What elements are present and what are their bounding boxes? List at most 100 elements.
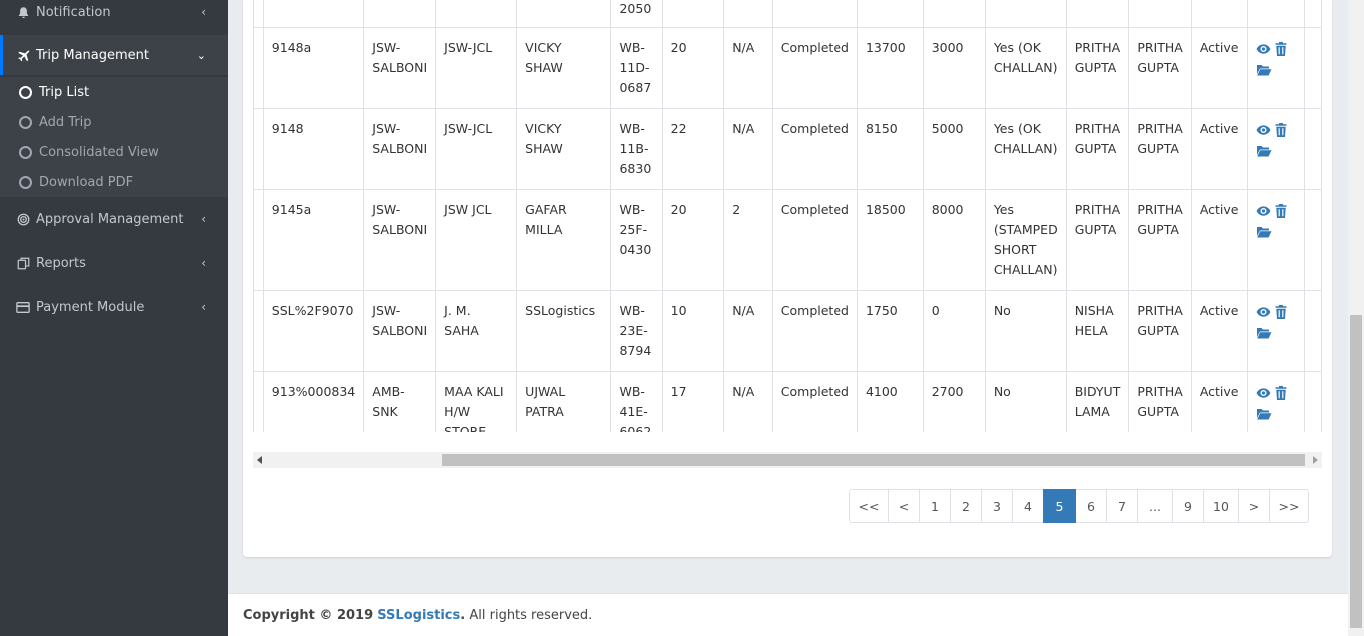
sidebar-item-payment-module[interactable]: Payment Module ‹ <box>0 287 228 327</box>
folder-open-icon[interactable] <box>1256 325 1272 339</box>
table-row: 9145a JSW-SALBONI JSW JCL GAFAR MILLA WB-25F… <box>253 189 1322 291</box>
sidebar-subitem-consolidated-view[interactable]: Consolidated View <box>0 137 228 167</box>
table-cell: 5000 <box>922 108 986 190</box>
table-cell-spacer <box>253 27 264 109</box>
table-cell <box>984 0 1067 28</box>
table-cell: PRITHA GUPTA <box>1128 290 1192 372</box>
page-scroll-thumb[interactable] <box>1350 315 1362 628</box>
table-cell: N/A <box>723 27 773 109</box>
table-cell: PRITHA GUPTA <box>1065 27 1130 109</box>
folder-open-icon[interactable] <box>1256 62 1272 76</box>
trip-list-card: 2050 9148a JSW-SALBONI JSW-JCL VICKY SHAW WB-… <box>243 0 1332 557</box>
table-cell: PRITHA GUPTA <box>1128 27 1192 109</box>
scroll-right-arrow[interactable] <box>1313 456 1318 464</box>
eye-icon[interactable] <box>1256 42 1271 56</box>
table-cell-overflow <box>1304 108 1322 190</box>
trash-icon[interactable] <box>1275 41 1289 56</box>
horizontal-scrollbar[interactable] <box>253 452 1322 468</box>
sidebar-item-notification[interactable]: Notification ‹ <box>0 0 228 32</box>
table-cell: 8150 <box>856 108 924 190</box>
pagination-item[interactable]: 6 <box>1075 489 1107 523</box>
sidebar-subitem-trip-list[interactable]: Trip List <box>0 77 228 107</box>
pagination-item[interactable]: 4 <box>1012 489 1044 523</box>
table-cell: Active <box>1190 27 1249 109</box>
brand-link[interactable]: SSLogistics <box>377 608 460 623</box>
table-cell: JSW JCL <box>435 189 518 291</box>
pagination-item[interactable]: ... <box>1137 489 1173 523</box>
pagination-item[interactable]: 10 <box>1203 489 1239 523</box>
table-cell: Completed <box>771 371 858 432</box>
credit-card-icon <box>16 300 30 314</box>
table-cell: Completed <box>771 290 858 372</box>
table-cell: Yes (STAMPED SHORT CHALLAN) <box>984 189 1067 291</box>
table-cell: JSW-SALBONI <box>363 189 437 291</box>
table-cell: 2 <box>723 189 773 291</box>
table-cell: VICKY SHAW <box>516 27 612 109</box>
table-cell: N/A <box>723 290 773 372</box>
table-row: 913%000834 AMB-SNK MAA KALI H/W STORE UJWAL… <box>253 371 1322 432</box>
table-cell: WB-11B-6830 <box>610 108 663 190</box>
eye-icon[interactable] <box>1256 386 1271 400</box>
pagination-item[interactable]: 7 <box>1106 489 1138 523</box>
chevron-down-icon: ⌄ <box>196 48 206 62</box>
table-cell: WB-25F-0430 <box>610 189 663 291</box>
eye-icon[interactable] <box>1256 305 1271 319</box>
sidebar-item-label: Payment Module <box>36 299 145 315</box>
sidebar-item-trip-management[interactable]: Trip Management ⌄ <box>0 35 228 75</box>
scroll-left-arrow[interactable] <box>257 456 262 464</box>
trip-table: 2050 9148a JSW-SALBONI JSW-JCL VICKY SHAW WB-… <box>253 0 1322 432</box>
sidebar-item-approval-management[interactable]: Approval Management ‹ <box>0 199 228 239</box>
table-cell <box>363 0 437 28</box>
table-cell: J. M. SAHA <box>435 290 518 372</box>
sidebar-subitem-label: Trip List <box>39 84 90 100</box>
pagination-item[interactable]: < <box>888 489 920 523</box>
table-cell: PRITHA GUPTA <box>1128 108 1192 190</box>
table-cell-overflow <box>1304 290 1322 372</box>
copy-icon <box>16 256 30 270</box>
table-row-partial: 2050 <box>253 0 1322 28</box>
folder-open-icon[interactable] <box>1256 224 1272 238</box>
pagination-item[interactable]: > <box>1238 489 1270 523</box>
page-vertical-scrollbar[interactable] <box>1348 0 1364 636</box>
sidebar-item-reports[interactable]: Reports ‹ <box>0 243 228 283</box>
trash-icon[interactable] <box>1275 122 1289 137</box>
pagination-item[interactable]: 2 <box>950 489 982 523</box>
sidebar-item-label: Notification <box>36 4 111 20</box>
table-cell: 0 <box>922 290 986 372</box>
table-cell-spacer <box>253 290 264 372</box>
trash-icon[interactable] <box>1275 385 1289 400</box>
pagination-item[interactable]: 1 <box>919 489 951 523</box>
pagination-item[interactable]: 9 <box>1172 489 1204 523</box>
table-cell: No <box>984 371 1067 432</box>
table-cell: Active <box>1190 371 1249 432</box>
trash-icon[interactable] <box>1275 203 1289 218</box>
table-cell: 9148a <box>262 27 365 109</box>
table-cell: 1750 <box>856 290 924 372</box>
folder-open-icon[interactable] <box>1256 143 1272 157</box>
table-cell <box>262 0 365 28</box>
table-cell: 2700 <box>922 371 986 432</box>
table-cell: 3000 <box>922 27 986 109</box>
eye-icon[interactable] <box>1256 204 1271 218</box>
table-cell <box>516 0 612 28</box>
circle-icon <box>19 145 32 159</box>
sidebar-subitem-download-pdf[interactable]: Download PDF <box>0 167 228 197</box>
table-cell: VICKY SHAW <box>516 108 612 190</box>
table-cell: 9145a <box>262 189 365 291</box>
pagination-item[interactable]: >> <box>1269 489 1309 523</box>
eye-icon[interactable] <box>1256 123 1271 137</box>
trash-icon[interactable] <box>1275 304 1289 319</box>
sidebar-item-label: Approval Management <box>36 211 184 227</box>
sidebar-subitem-add-trip[interactable]: Add Trip <box>0 107 228 137</box>
table-cell-overflow <box>1304 27 1322 109</box>
pagination-item[interactable]: << <box>849 489 889 523</box>
folder-open-icon[interactable] <box>1256 406 1272 420</box>
table-cell: 22 <box>661 108 725 190</box>
table-cell: No <box>984 290 1067 372</box>
table-cell <box>856 0 924 28</box>
scroll-thumb[interactable] <box>442 454 1305 466</box>
table-cell: 20 <box>661 189 725 291</box>
pagination-item[interactable]: 5 <box>1043 489 1076 523</box>
chevron-left-icon: ‹ <box>201 5 206 19</box>
pagination-item[interactable]: 3 <box>981 489 1013 523</box>
